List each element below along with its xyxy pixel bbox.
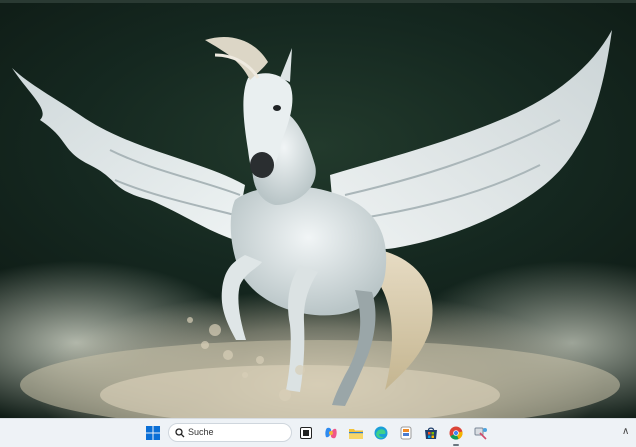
file-explorer-icon [349, 429, 363, 439]
start-button[interactable] [143, 423, 163, 443]
app-icon [474, 427, 487, 440]
taskbar-search-box[interactable]: Suche [168, 423, 292, 442]
chevron-up-icon[interactable]: ∧ [622, 426, 629, 437]
store-button[interactable] [421, 423, 441, 443]
edge-icon [374, 426, 388, 440]
horse-eye [273, 105, 281, 111]
app-button[interactable] [471, 423, 491, 443]
taskbar: Suche ∧ [0, 418, 636, 447]
paint-button[interactable] [396, 423, 416, 443]
edge-button[interactable] [371, 423, 391, 443]
task-view-icon [300, 427, 312, 439]
chrome-button[interactable] [446, 423, 466, 443]
wallpaper-image [12, 30, 620, 418]
chrome-icon [449, 426, 463, 440]
store-icon [425, 427, 437, 439]
search-placeholder: Suche [188, 427, 214, 437]
window-edge [0, 0, 636, 3]
file-explorer-button[interactable] [346, 423, 366, 443]
task-view-button[interactable] [296, 423, 316, 443]
start-icon [146, 426, 160, 440]
horse-muzzle [250, 152, 274, 178]
copilot-icon [325, 427, 337, 439]
copilot-button[interactable] [321, 423, 341, 443]
desktop-wallpaper [0, 0, 636, 418]
paint-icon [400, 426, 412, 440]
search-icon [175, 428, 185, 438]
left-wing [12, 68, 245, 240]
